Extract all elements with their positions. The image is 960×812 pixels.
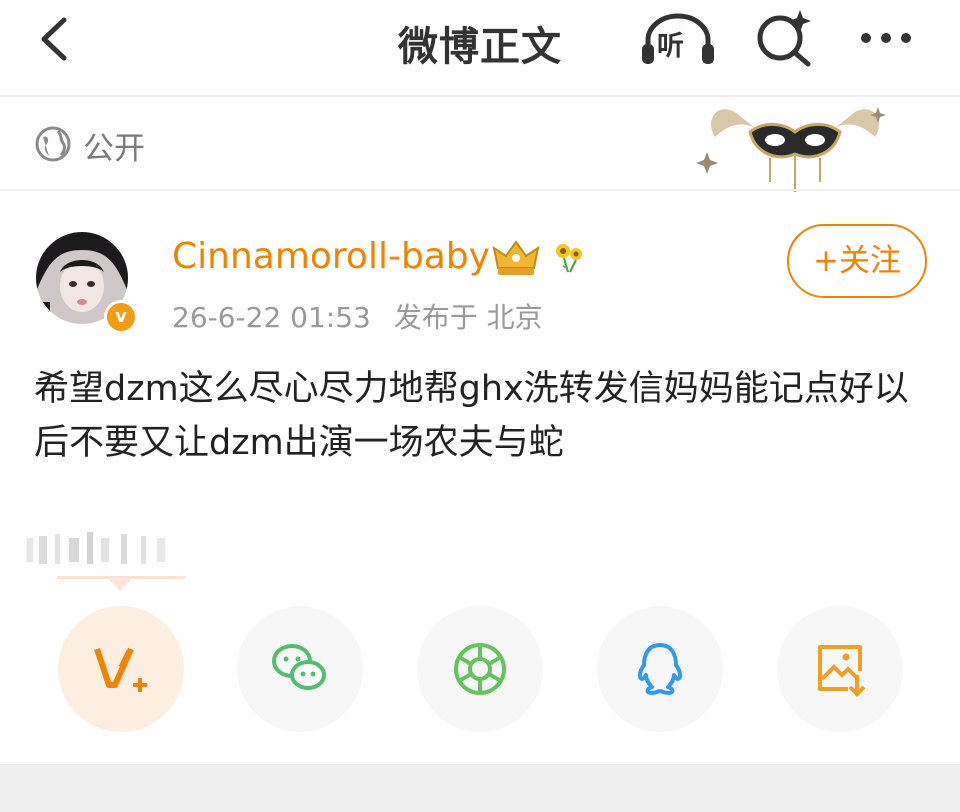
blurred-link-strip[interactable] — [25, 528, 185, 568]
globe-icon — [34, 125, 72, 163]
save-image-icon — [818, 645, 866, 697]
vlog-icon — [94, 647, 147, 692]
moments-icon — [454, 643, 506, 695]
back-chevron-icon[interactable] — [34, 14, 78, 64]
post-location: 发布于 北京 — [393, 301, 543, 334]
verified-badge-icon: v — [104, 300, 138, 334]
post-timestamp: 26-6-22 01:53 — [172, 301, 371, 334]
listen-button[interactable]: 听 — [638, 10, 718, 70]
page-title: 微博正文 — [398, 24, 562, 70]
listen-label: 听 — [657, 31, 684, 62]
wechat-icon — [272, 644, 326, 690]
share-wechat-button[interactable] — [237, 606, 363, 732]
crown-badge-icon[interactable] — [490, 238, 542, 278]
share-qq-button[interactable] — [597, 606, 723, 732]
tooltip-arrow — [107, 578, 133, 591]
qq-icon — [637, 643, 683, 695]
decorative-mask-icon — [695, 92, 895, 202]
search-icon[interactable] — [752, 6, 816, 70]
follow-button[interactable]: +关注 — [787, 224, 927, 298]
sunflower-icon[interactable] — [552, 240, 586, 274]
top-bar: 微博正文 听 — [0, 0, 960, 95]
visibility-label: 公开 — [83, 131, 145, 167]
post-text: 希望dzm这么尽心尽力地帮ghx洗转发信妈妈能记点好以后不要又让dzm出演一场农… — [34, 369, 909, 463]
username[interactable]: Cinnamoroll-baby — [172, 236, 490, 277]
share-moments-button[interactable] — [417, 606, 543, 732]
section-divider — [0, 189, 960, 191]
more-dots-icon[interactable] — [856, 28, 920, 48]
save-image-button[interactable] — [777, 606, 903, 732]
share-vlog-button[interactable] — [58, 606, 184, 732]
bottom-bar — [0, 764, 960, 812]
post-meta: 26-6-22 01:53 发布于 北京 — [172, 296, 557, 336]
